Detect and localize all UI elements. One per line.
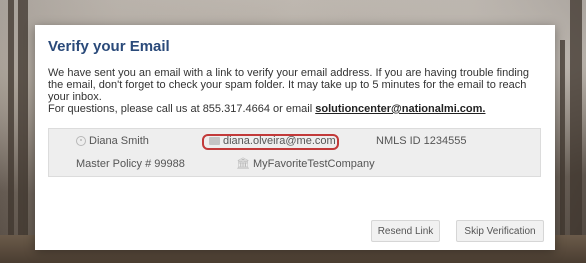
- tree-trunk: [570, 0, 582, 263]
- message-line: We have sent you an email with a link to…: [48, 67, 529, 79]
- contact-text: For questions, please call us at 855.317…: [48, 103, 313, 115]
- message-line: the email, don't forget to check your sp…: [48, 79, 527, 91]
- profile-info-panel: Diana Smith diana.olveira@me.com NMLS ID…: [48, 128, 541, 177]
- envelope-icon: [209, 137, 220, 145]
- resend-link-button[interactable]: Resend Link: [371, 220, 440, 242]
- tree-trunk: [560, 40, 565, 263]
- profile-master-policy-value: Master Policy # 99988: [76, 158, 185, 170]
- profile-company-value: MyFavoriteTestCompany: [252, 158, 375, 170]
- modal-title: Verify your Email: [48, 38, 170, 55]
- bank-icon: 🏛: [236, 157, 250, 170]
- skip-verification-button[interactable]: Skip Verification: [456, 220, 544, 242]
- support-email-link[interactable]: solutioncenter@nationalmi.com.: [315, 103, 485, 115]
- profile-email-value: diana.olveira@me.com: [223, 135, 336, 147]
- profile-nmls: NMLS ID 1234555: [376, 135, 467, 147]
- tree-trunk: [8, 0, 14, 263]
- contact-line: For questions, please call us at 855.317…: [48, 103, 543, 115]
- modal-message: We have sent you an email with a link to…: [48, 67, 543, 115]
- profile-email: diana.olveira@me.com: [209, 135, 336, 147]
- profile-name: Diana Smith: [76, 135, 149, 147]
- verify-email-modal: Verify your Email We have sent you an em…: [35, 25, 555, 250]
- user-icon: [76, 136, 86, 146]
- profile-master-policy: Master Policy # 99988: [76, 158, 185, 170]
- profile-company: 🏛 MyFavoriteTestCompany: [236, 158, 375, 170]
- profile-nmls-value: NMLS ID 1234555: [376, 135, 467, 147]
- message-line: your inbox.: [48, 91, 102, 103]
- profile-name-value: Diana Smith: [89, 135, 149, 147]
- tree-trunk: [18, 0, 28, 263]
